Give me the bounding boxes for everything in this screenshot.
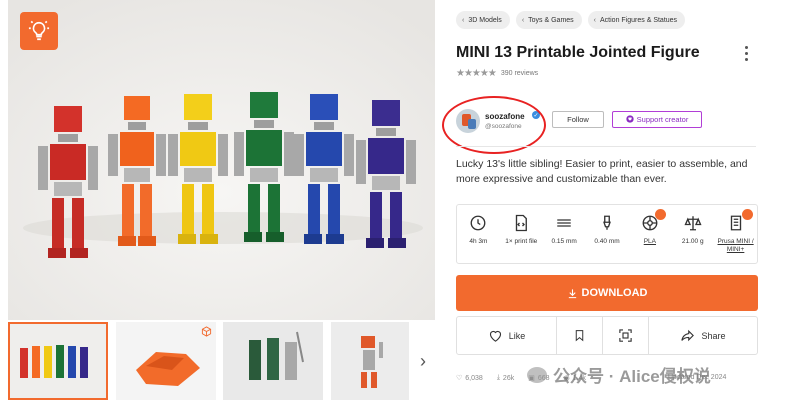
spec-nozzle: 0.40 mm bbox=[586, 205, 629, 263]
thumbnail-strip: › bbox=[8, 322, 435, 400]
heart-icon bbox=[489, 330, 501, 342]
weight-scale-icon bbox=[684, 216, 702, 231]
thumbnail-3[interactable] bbox=[223, 322, 323, 400]
chevron-right-icon[interactable]: › bbox=[413, 350, 433, 372]
layer-height-icon bbox=[557, 219, 571, 227]
chevron-left-icon: ‹ bbox=[593, 16, 597, 24]
breadcrumb: ‹ 3D Models ‹ Toys & Games ‹ Action Figures… bbox=[456, 11, 686, 29]
downloads-stat: ⤓ 26k bbox=[496, 374, 515, 382]
breadcrumb-item[interactable]: ‹ 3D Models bbox=[456, 11, 510, 29]
nozzle-icon bbox=[603, 215, 611, 230]
star-rating-icon: ★★★★★ bbox=[456, 68, 497, 79]
file-code-icon bbox=[516, 214, 528, 232]
premium-badge-icon bbox=[742, 209, 754, 220]
qr-scan-icon bbox=[619, 329, 632, 342]
more-options-icon[interactable] bbox=[740, 44, 752, 62]
download-button[interactable]: DOWNLOAD bbox=[456, 275, 758, 311]
download-icon bbox=[568, 288, 576, 298]
spec-print-files: 1× print file bbox=[500, 205, 543, 263]
support-creator-button[interactable]: Support creator bbox=[612, 111, 702, 128]
follow-button[interactable]: Follow bbox=[552, 111, 604, 128]
divider bbox=[456, 146, 756, 147]
page-title: MINI 13 Printable Jointed Figure bbox=[456, 44, 700, 61]
description: Lucky 13's little sibling! Easier to pri… bbox=[456, 158, 748, 185]
share-icon bbox=[681, 329, 695, 342]
watermark: 公众号 · Alice侵权说 bbox=[527, 362, 711, 387]
3d-view-icon[interactable] bbox=[201, 324, 212, 342]
thumbnail-4[interactable] bbox=[331, 322, 409, 400]
bookmark-button[interactable] bbox=[557, 317, 603, 354]
spec-weight: 21.00 g bbox=[671, 205, 714, 263]
qr-code-button[interactable] bbox=[603, 317, 649, 354]
chevron-left-icon: ‹ bbox=[521, 16, 525, 24]
review-count[interactable]: 390 reviews bbox=[501, 70, 538, 77]
share-button[interactable]: Share bbox=[649, 317, 757, 354]
lightbulb-icon[interactable] bbox=[20, 12, 58, 50]
spec-printer[interactable]: Prusa MINI / MINI+ bbox=[714, 205, 757, 263]
figures-photo bbox=[8, 0, 435, 320]
chevron-left-icon: ‹ bbox=[462, 16, 465, 24]
heart-badge-icon bbox=[625, 114, 634, 125]
breadcrumb-item[interactable]: ‹ Action Figures & Statues bbox=[587, 11, 686, 29]
breadcrumb-item[interactable]: ‹ Toys & Games bbox=[515, 11, 582, 29]
bookmark-icon bbox=[575, 330, 584, 342]
wechat-icon bbox=[527, 366, 547, 383]
action-bar: Like Share bbox=[456, 316, 758, 355]
clock-icon bbox=[470, 215, 486, 231]
download-icon: ⤓ bbox=[496, 374, 500, 381]
thumbnail-1[interactable] bbox=[8, 322, 108, 400]
spec-print-time: 4h 3m bbox=[457, 205, 500, 263]
model-details-panel: ‹ 3D Models ‹ Toys & Games ‹ Action Figures… bbox=[442, 0, 796, 410]
thumbnail-2[interactable] bbox=[116, 322, 216, 400]
likes-stat: ♡ 6,038 bbox=[456, 374, 483, 383]
main-image[interactable] bbox=[8, 0, 435, 320]
heart-icon: ♡ bbox=[456, 375, 463, 382]
rating[interactable]: ★★★★★ 390 reviews bbox=[456, 68, 538, 79]
like-button[interactable]: Like bbox=[457, 317, 557, 354]
print-specs: 4h 3m 1× print file 0.15 mm 0.40 mm PLA … bbox=[456, 204, 758, 264]
spec-material[interactable]: PLA bbox=[628, 205, 671, 263]
premium-badge-icon bbox=[655, 209, 667, 220]
spec-layer-height: 0.15 mm bbox=[543, 205, 586, 263]
